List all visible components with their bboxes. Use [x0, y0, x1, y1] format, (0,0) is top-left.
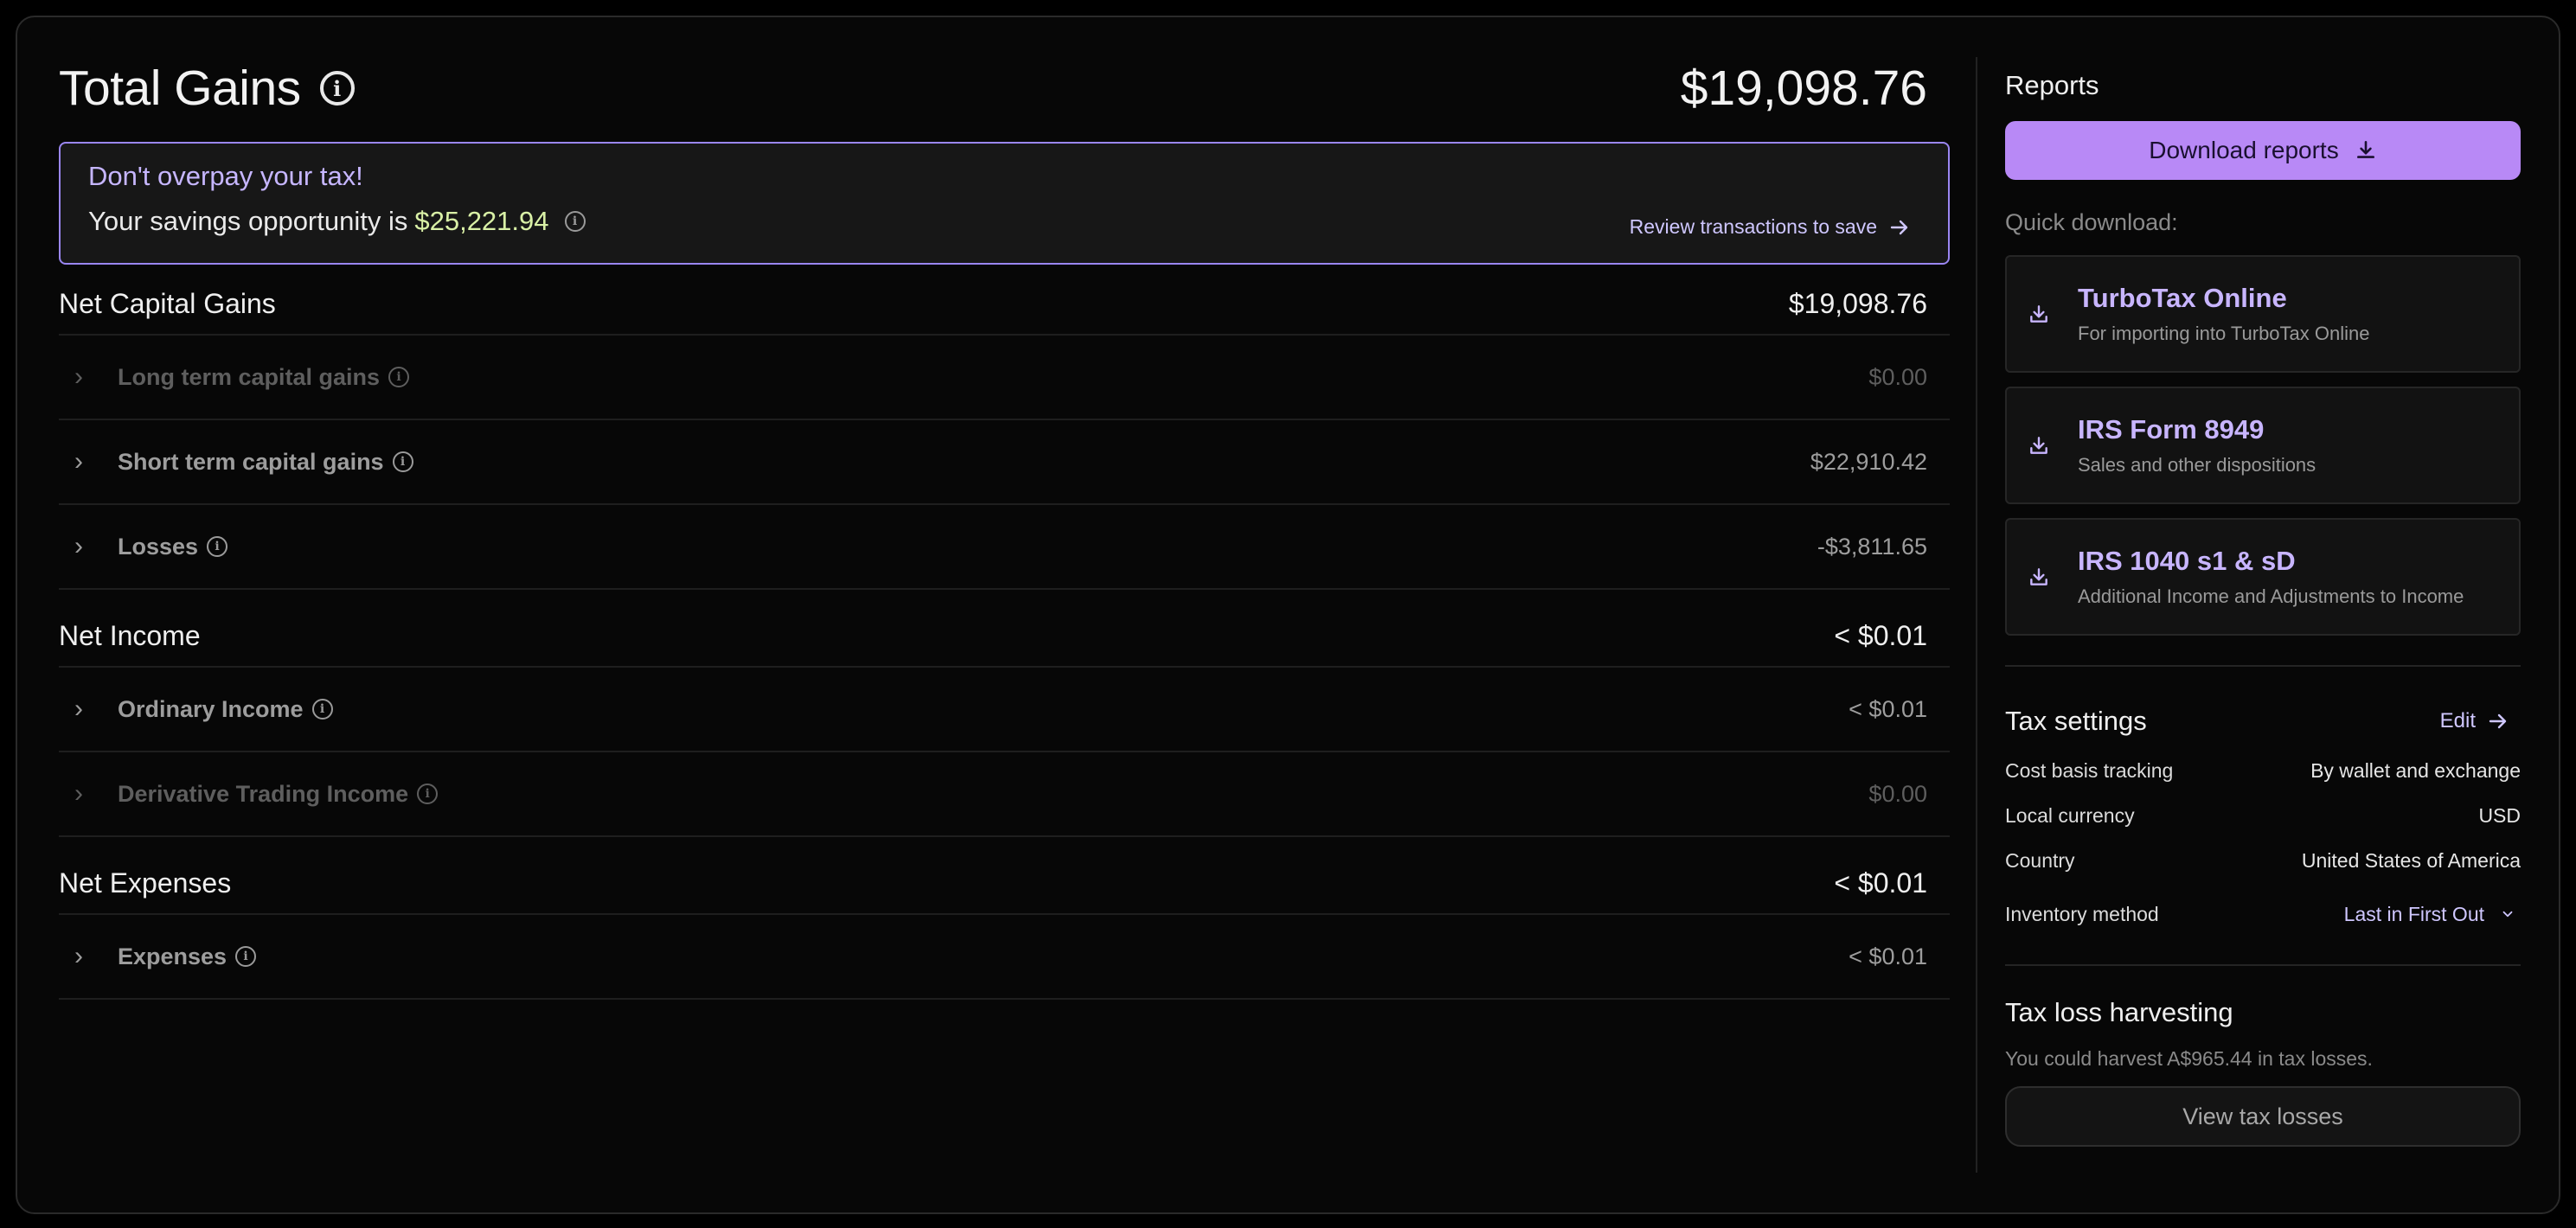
row-value: < $0.01: [1849, 943, 1927, 969]
setting-value: USD: [2478, 803, 2521, 827]
inventory-method-select[interactable]: Last in First Out: [2344, 903, 2515, 926]
row-value: $0.00: [1868, 780, 1927, 807]
report-card-title: IRS Form 8949: [2078, 414, 2265, 445]
chevron-right-icon: ›: [74, 447, 83, 476]
download-icon: [2030, 437, 2047, 454]
row-long-term-capital-gains[interactable]: › Long term capital gains i $0.00: [59, 336, 1950, 420]
info-icon[interactable]: i: [417, 783, 439, 804]
chevron-right-icon: ›: [74, 779, 83, 808]
row-label: Losses: [118, 533, 199, 560]
reports-column: Reports Download reports Quick download:…: [2005, 62, 2521, 1147]
arrow-right-icon: [2489, 713, 2507, 729]
setting-value: By wallet and exchange: [2310, 758, 2521, 782]
report-card-irs-1040[interactable]: IRS 1040 s1 & sD Additional Income and A…: [2005, 518, 2521, 636]
section-title: Net Capital Gains: [59, 287, 276, 319]
edit-label: Edit: [2439, 709, 2476, 732]
report-card-title: TurboTax Online: [2078, 283, 2287, 313]
header: Total Gains i $19,098.76: [59, 50, 1950, 126]
setting-country: Country United States of America: [2005, 838, 2521, 883]
arrow-right-icon: [1890, 220, 1908, 234]
reports-title: Reports: [2005, 70, 2099, 100]
report-card-turbotax[interactable]: TurboTax Online For importing into Turbo…: [2005, 255, 2521, 373]
tax-summary-panel: Total Gains i $19,098.76 Don't overpay y…: [16, 16, 2560, 1214]
review-transactions-link[interactable]: Review transactions to save: [1630, 215, 1910, 239]
view-tax-losses-button[interactable]: View tax losses: [2005, 1086, 2521, 1147]
info-icon[interactable]: i: [564, 211, 586, 232]
setting-key: Country: [2005, 848, 2075, 872]
row-ordinary-income[interactable]: › Ordinary Income i < $0.01: [59, 668, 1950, 752]
tax-loss-harvesting-subtitle: You could harvest A$965.44 in tax losses…: [2005, 1047, 2373, 1070]
total-gains-value: $19,098.76: [1680, 61, 1927, 116]
section-value: $19,098.76: [1788, 287, 1927, 319]
download-icon: [2030, 305, 2047, 323]
setting-key: Local currency: [2005, 803, 2135, 827]
setting-cost-basis-tracking: Cost basis tracking By wallet and exchan…: [2005, 748, 2521, 793]
setting-local-currency: Local currency USD: [2005, 793, 2521, 838]
report-card-irs-8949[interactable]: IRS Form 8949 Sales and other dispositio…: [2005, 387, 2521, 504]
row-value: $22,910.42: [1810, 448, 1927, 475]
page-title: Total Gains: [59, 61, 301, 116]
tax-settings-header: Tax settings Edit: [2005, 701, 2521, 741]
row-label: Derivative Trading Income: [118, 780, 409, 807]
section-net-capital-gains: Net Capital Gains $19,098.76: [59, 273, 1950, 336]
setting-key: Cost basis tracking: [2005, 758, 2174, 782]
quick-download-label: Quick download:: [2005, 209, 2178, 235]
inventory-method-value: Last in First Out: [2343, 902, 2484, 925]
tax-settings-title: Tax settings: [2005, 706, 2147, 736]
section-title: Net Expenses: [59, 867, 232, 899]
info-icon[interactable]: i: [311, 699, 333, 720]
column-divider: [1976, 57, 1977, 1173]
chevron-right-icon: ›: [74, 362, 83, 391]
chevron-right-icon: ›: [74, 532, 83, 560]
chevron-right-icon: ›: [74, 942, 83, 970]
chevron-right-icon: ›: [74, 694, 83, 723]
row-label: Ordinary Income: [118, 695, 304, 722]
download-icon: [2030, 568, 2047, 585]
info-icon[interactable]: i: [207, 536, 228, 557]
section-title: Net Income: [59, 619, 201, 651]
download-reports-label: Download reports: [2149, 137, 2339, 163]
edit-tax-settings-link[interactable]: Edit: [2440, 709, 2509, 733]
setting-key: Inventory method: [2005, 902, 2159, 925]
divider: [2005, 665, 2521, 667]
savings-prefix: Your savings opportunity is: [88, 206, 408, 236]
report-card-subtitle: Sales and other dispositions: [2078, 454, 2316, 476]
row-value: -$3,811.65: [1817, 533, 1927, 560]
download-reports-button[interactable]: Download reports: [2005, 121, 2521, 180]
report-card-subtitle: Additional Income and Adjustments to Inc…: [2078, 585, 2464, 607]
gains-column: Total Gains i $19,098.76 Don't overpay y…: [59, 50, 1950, 1000]
row-value: < $0.01: [1849, 695, 1927, 722]
row-value: $0.00: [1868, 363, 1927, 390]
info-icon[interactable]: i: [235, 946, 257, 967]
row-label: Long term capital gains: [118, 363, 381, 390]
section-net-expenses: Net Expenses < $0.01: [59, 853, 1950, 915]
review-transactions-label: Review transactions to save: [1629, 215, 1877, 238]
info-icon[interactable]: i: [319, 71, 355, 106]
row-derivative-trading-income[interactable]: › Derivative Trading Income i $0.00: [59, 752, 1950, 837]
report-card-title: IRS 1040 s1 & sD: [2078, 546, 2296, 576]
section-net-income: Net Income < $0.01: [59, 605, 1950, 668]
row-losses[interactable]: › Losses i -$3,811.65: [59, 505, 1950, 590]
tax-loss-harvesting-title: Tax loss harvesting: [2005, 997, 2233, 1027]
savings-title: Don't overpay your tax!: [88, 161, 363, 191]
savings-banner: Don't overpay your tax! Your savings opp…: [59, 142, 1950, 265]
row-expenses[interactable]: › Expenses i < $0.01: [59, 915, 1950, 1000]
section-value: < $0.01: [1834, 619, 1927, 651]
setting-inventory-method: Inventory method Last in First Out: [2005, 883, 2521, 945]
report-card-subtitle: For importing into TurboTax Online: [2078, 323, 2370, 344]
row-label: Expenses: [118, 943, 227, 969]
info-icon[interactable]: i: [392, 451, 413, 472]
divider: [2005, 964, 2521, 966]
row-short-term-capital-gains[interactable]: › Short term capital gains i $22,910.42: [59, 420, 1950, 505]
chevron-down-icon: [2502, 911, 2513, 918]
row-label: Short term capital gains: [118, 448, 384, 475]
info-icon[interactable]: i: [388, 367, 410, 387]
section-value: < $0.01: [1834, 867, 1927, 899]
savings-amount: $25,221.94: [414, 206, 549, 236]
setting-value: United States of America: [2301, 848, 2521, 872]
download-icon: [2356, 140, 2374, 158]
